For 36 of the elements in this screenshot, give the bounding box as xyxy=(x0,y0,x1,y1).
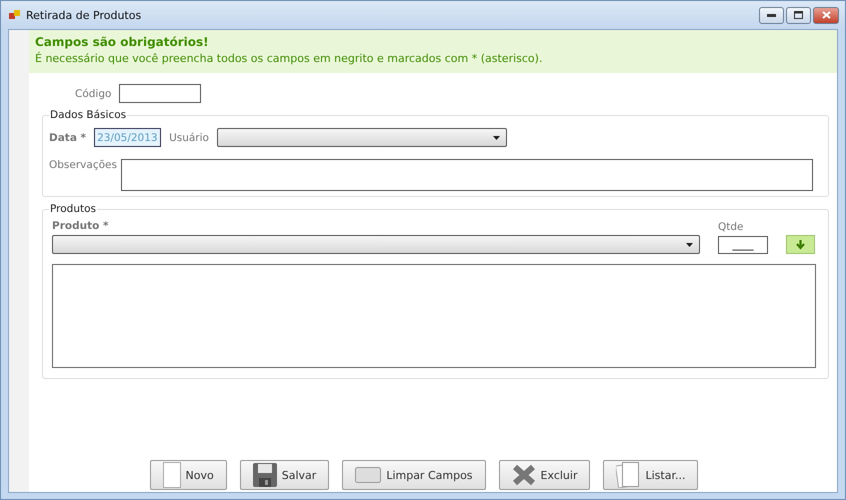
notes-field[interactable] xyxy=(120,159,813,191)
list-button[interactable]: Listar... xyxy=(603,460,698,490)
group-title: Produtos xyxy=(49,203,97,215)
minimize-button[interactable] xyxy=(759,6,784,24)
notice-message: É necessário que você preencha todos os campos em negrito e marcados com * (asterisco). xyxy=(35,52,544,65)
clear-button[interactable]: Limpar Campos xyxy=(342,460,486,490)
x-mark-icon xyxy=(512,464,536,486)
notice-title: Campos são obrigatórios! xyxy=(35,35,210,49)
dropdown-caret-icon xyxy=(686,242,693,246)
code-field[interactable] xyxy=(119,84,202,103)
user-dropdown[interactable] xyxy=(216,128,507,147)
app-icon xyxy=(9,9,21,21)
field-label: Usuário xyxy=(169,132,209,144)
save-button[interactable]: Salvar xyxy=(240,460,330,490)
maximize-icon xyxy=(794,11,803,19)
pages-icon xyxy=(616,462,640,488)
field-label: Produto * xyxy=(52,220,110,232)
close-icon xyxy=(822,11,830,19)
field-label: Data * xyxy=(49,132,86,144)
field-label: Código xyxy=(75,88,112,100)
maximize-button[interactable] xyxy=(786,6,811,24)
blank-page-icon xyxy=(162,462,181,488)
close-button[interactable] xyxy=(813,6,839,24)
quantity-field[interactable]: ____ xyxy=(718,236,768,254)
field-label: Qtde xyxy=(718,221,745,233)
group-title: Dados Básicos xyxy=(49,109,128,121)
dropdown-caret-icon xyxy=(492,136,500,140)
rectangle-icon xyxy=(355,467,382,483)
delete-button[interactable]: Excluir xyxy=(498,460,590,490)
add-button[interactable] xyxy=(786,235,815,254)
new-button[interactable]: Novo xyxy=(150,460,227,490)
field-label: Observações xyxy=(49,159,117,171)
window-title: Retirada de Produtos xyxy=(26,8,142,22)
down-arrow-icon xyxy=(796,240,805,250)
minimize-icon xyxy=(767,14,776,16)
product-dropdown[interactable] xyxy=(52,235,700,254)
